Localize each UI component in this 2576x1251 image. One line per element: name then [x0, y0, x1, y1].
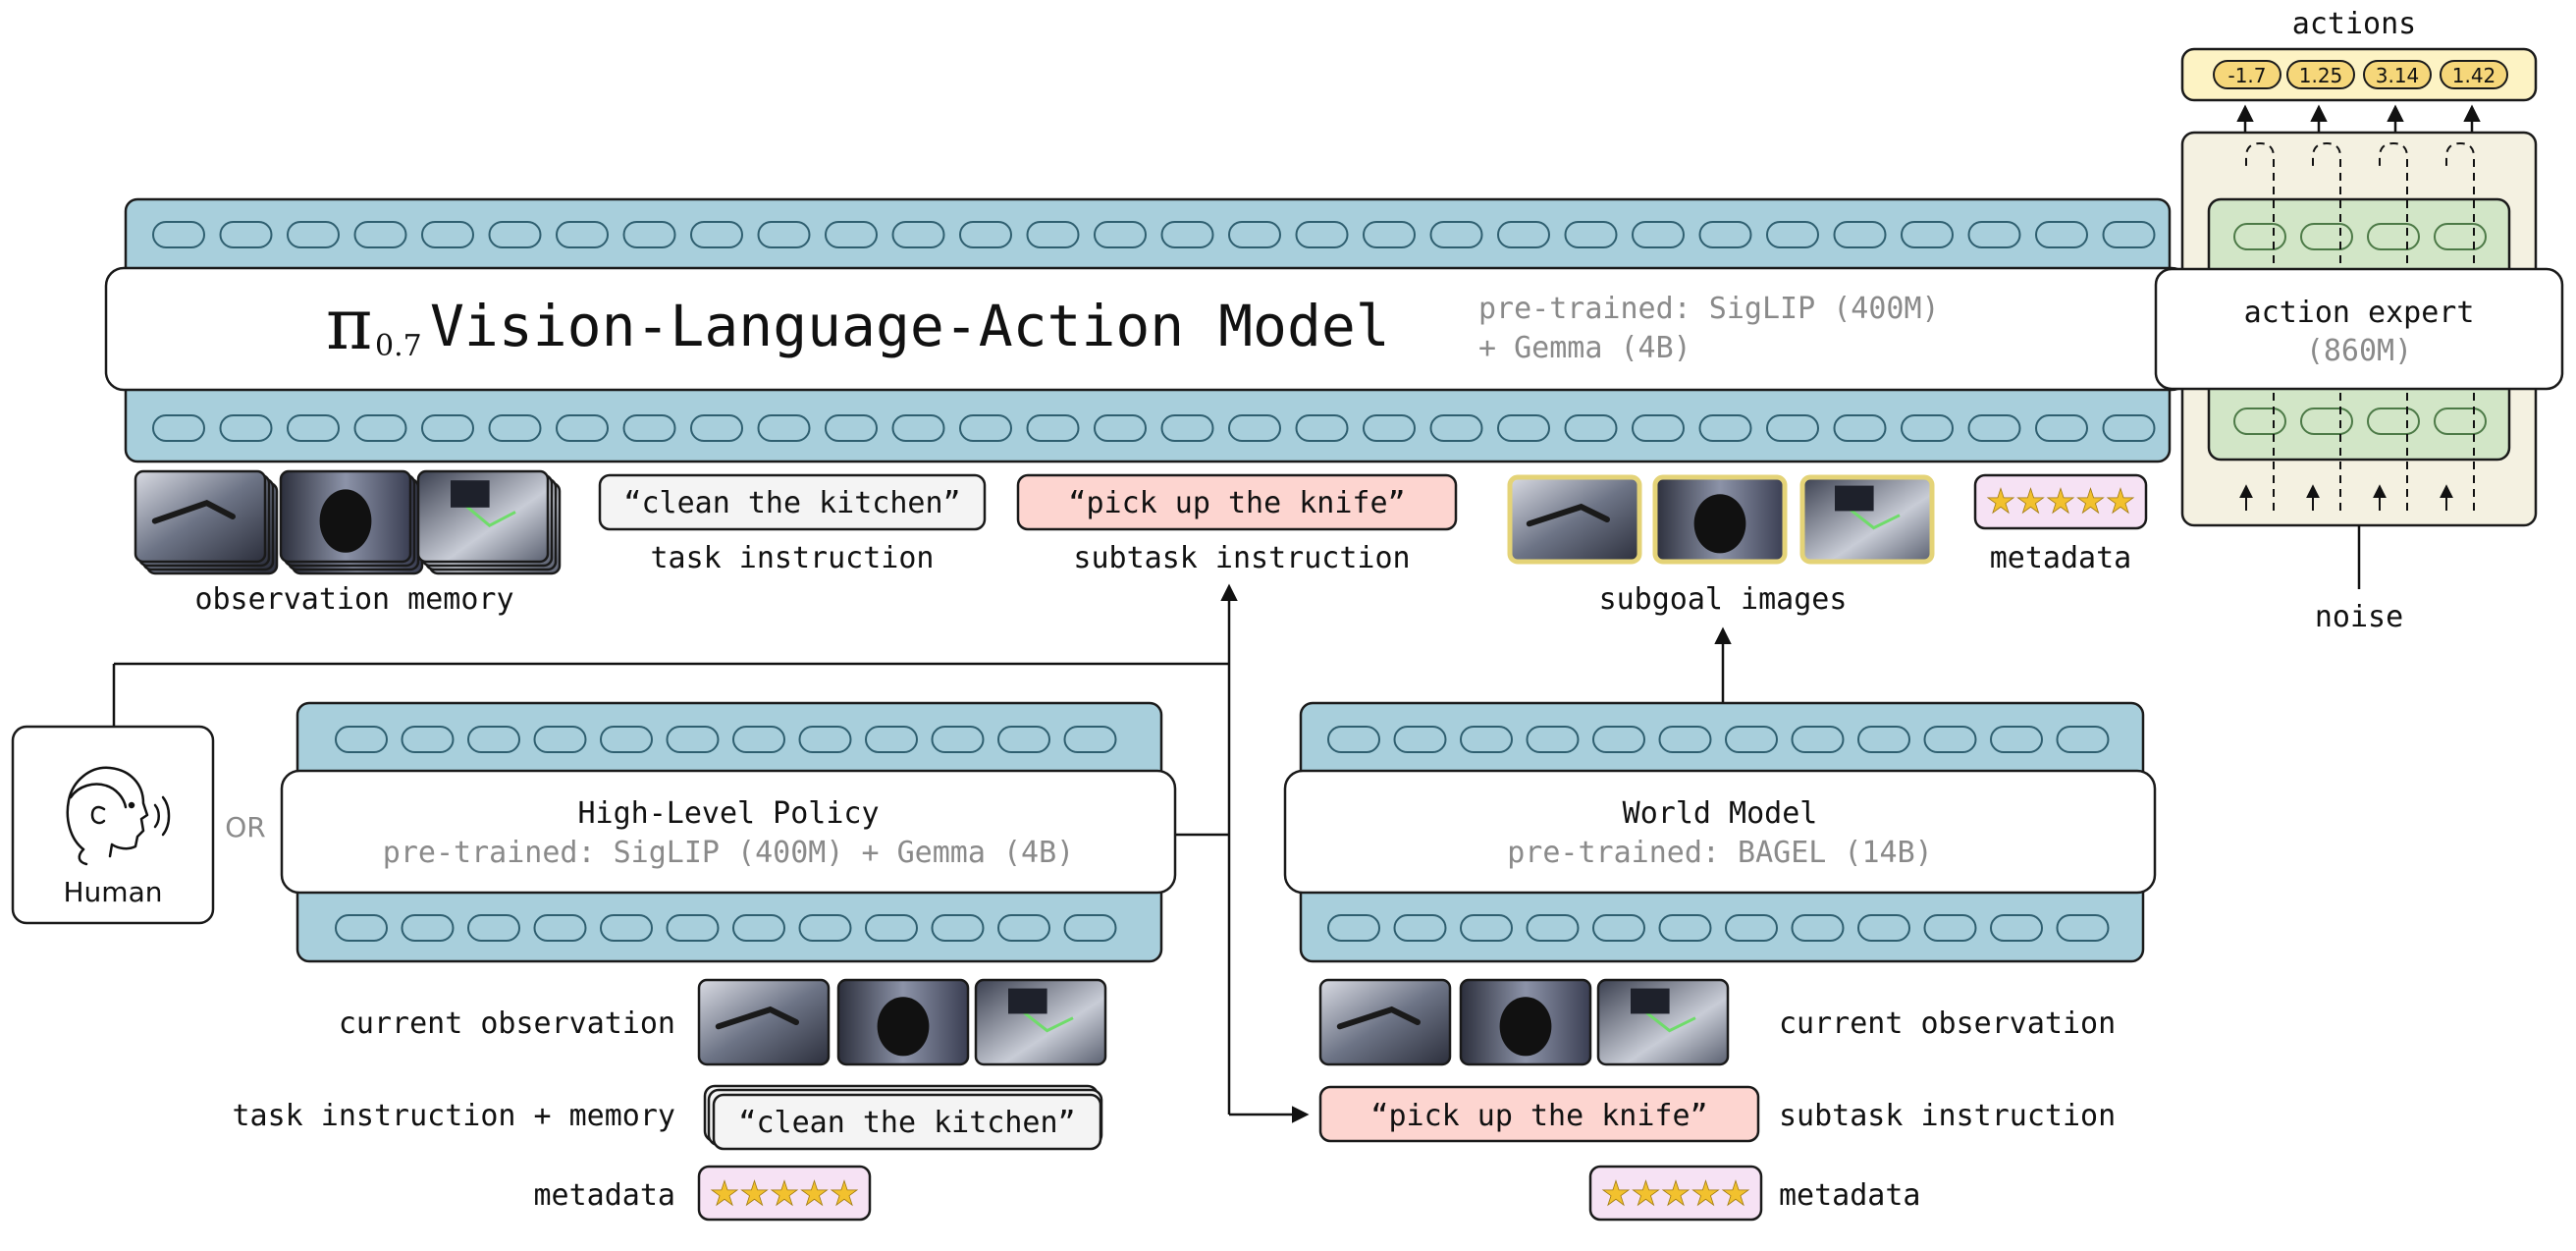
- hlp-title: High-Level Policy: [577, 796, 879, 831]
- task-instruction-label: task instruction: [651, 541, 935, 575]
- high-level-policy-block: High-Level Policy pre-trained: SigLIP (4…: [232, 701, 1177, 1222]
- action-value: -1.7: [2227, 64, 2266, 87]
- hlp-task-memory-label: task instruction + memory: [232, 1099, 675, 1133]
- wm-subtask-label: subtask instruction: [1779, 1099, 2116, 1133]
- vla-pretrained-line2: + Gemma (4B): [1478, 331, 1691, 365]
- hlp-observation-image: [836, 978, 970, 1066]
- pi07-architecture-diagram: π 0.7 Vision-Language-Action Model pre-t…: [11, 7, 2564, 1222]
- hlp-metadata-stars: ★★★★★: [710, 1174, 859, 1214]
- action-value: 3.14: [2376, 64, 2420, 87]
- memory-frame: [416, 469, 550, 564]
- subgoal-images: [1507, 474, 1935, 565]
- wm-title: World Model: [1623, 796, 1818, 831]
- memory-frame: [134, 469, 267, 564]
- hlp-metadata-label: metadata: [534, 1178, 676, 1213]
- hlp-current-observation-label: current observation: [339, 1006, 675, 1041]
- wm-title-box: [1283, 769, 2157, 895]
- action-expert-label: action expert: [2244, 296, 2475, 330]
- subgoal-image: [1652, 474, 1788, 565]
- noise-label: noise: [2315, 600, 2403, 634]
- hlp-current-observation-images: [697, 978, 1107, 1066]
- action-expert-size: (860M): [2306, 334, 2412, 368]
- actions-output: actions -1.7 1.25 3.14 1.42: [2180, 7, 2538, 132]
- wm-metadata-label: metadata: [1779, 1178, 1921, 1213]
- wm-pretrained: pre-trained: BAGEL (14B): [1507, 836, 1932, 870]
- subgoal-image: [1799, 474, 1935, 565]
- world-model-block: World Model pre-trained: BAGEL (14B) cur…: [1283, 701, 2157, 1222]
- action-value: 1.25: [2299, 64, 2343, 87]
- wm-observation-image: [1459, 978, 1592, 1066]
- hlp-observation-image: [697, 978, 831, 1066]
- observation-memory-images: [134, 469, 562, 575]
- action-value: 1.42: [2452, 64, 2496, 87]
- human-label: Human: [64, 876, 163, 908]
- action-arrows: [2236, 104, 2481, 132]
- wm-current-observation-label: current observation: [1779, 1006, 2116, 1041]
- actions-label: actions: [2292, 7, 2416, 41]
- metadata-label: metadata: [1990, 541, 2132, 575]
- metadata-stars: ★★★★★: [1986, 482, 2135, 521]
- human-block: Human OR: [11, 725, 266, 925]
- subtask-instruction-label: subtask instruction: [1073, 541, 1410, 575]
- memory-frame: [279, 469, 412, 564]
- subgoal-images-label: subgoal images: [1599, 582, 1848, 617]
- pi-symbol: π: [326, 283, 372, 365]
- wm-metadata-stars: ★★★★★: [1601, 1174, 1750, 1214]
- hlp-pretrained: pre-trained: SigLIP (400M) + Gemma (4B): [383, 836, 1074, 870]
- hlp-task-text: “clean the kitchen”: [738, 1106, 1075, 1140]
- wm-observation-image: [1318, 978, 1452, 1066]
- task-instruction-text: “clean the kitchen”: [623, 486, 960, 520]
- hlp-title-box: [280, 769, 1177, 895]
- vla-pretrained-line1: pre-trained: SigLIP (400M): [1478, 292, 1940, 326]
- vla-model-title: Vision-Language-Action Model: [430, 293, 1390, 359]
- or-label: OR: [225, 811, 266, 843]
- wm-current-observation-images: [1318, 978, 1730, 1066]
- action-expert-panel: action expert (860M) noise: [2154, 131, 2564, 634]
- pi-subscript: 0.7: [375, 329, 422, 363]
- vla-model-block: π 0.7 Vision-Language-Action Model pre-t…: [104, 197, 2191, 463]
- observation-memory-label: observation memory: [194, 582, 513, 617]
- wm-subtask-text: “pick up the knife”: [1370, 1099, 1707, 1133]
- wm-observation-image: [1596, 978, 1730, 1066]
- vla-inputs: observation memory “clean the kitchen” t…: [134, 469, 2148, 617]
- subtask-instruction-text: “pick up the knife”: [1068, 486, 1405, 520]
- hlp-observation-image: [974, 978, 1107, 1066]
- subgoal-image: [1507, 474, 1642, 565]
